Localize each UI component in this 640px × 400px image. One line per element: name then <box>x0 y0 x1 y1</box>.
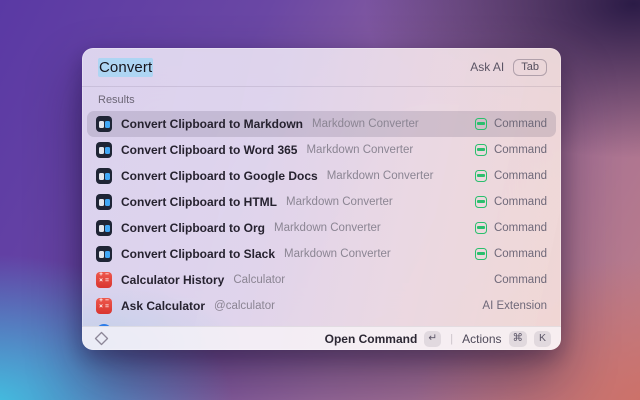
result-title: Calculator History <box>121 273 224 287</box>
result-title: Convert Clipboard to Slack <box>121 247 275 261</box>
result-type-label: Command <box>494 274 547 286</box>
result-title: Convert Clipboard to Word 365 <box>121 143 297 157</box>
result-type-label: Command <box>494 170 547 182</box>
command-window-icon <box>475 222 487 234</box>
calculator-icon: +−×= <box>96 272 112 288</box>
result-type-label: Command <box>494 144 547 156</box>
footer-bar: Open Command ↵ | Actions ⌘ K <box>82 326 561 350</box>
result-row[interactable]: +−×= Calculator History Calculator Comma… <box>87 267 556 293</box>
result-type-label: AI Extension <box>482 300 547 312</box>
calculator-icon: +−×= <box>96 298 112 314</box>
results-list: Convert Clipboard to Markdown Markdown C… <box>82 110 561 326</box>
result-title: Ask Calculator <box>121 299 205 313</box>
result-subtitle: Markdown Converter <box>286 196 393 208</box>
command-key-icon[interactable]: ⌘ <box>509 331 528 347</box>
selected-query-text: Convert <box>98 58 153 77</box>
launcher-window: Convert Ask AI Tab Results Convert Clipb… <box>82 48 561 350</box>
result-subtitle: Markdown Converter <box>312 118 419 130</box>
result-subtitle: Markdown Converter <box>327 170 434 182</box>
footer-separator: | <box>448 333 455 345</box>
markdown-converter-icon <box>96 194 112 210</box>
result-row[interactable]: Convert Clipboard to Word 365 Markdown C… <box>87 137 556 163</box>
command-window-icon <box>475 196 487 208</box>
result-title: Convert Clipboard to Org <box>121 221 265 235</box>
result-title: Convert Clipboard to HTML <box>121 195 277 209</box>
markdown-converter-icon <box>96 116 112 132</box>
result-type-label: Command <box>494 248 547 260</box>
command-window-icon <box>475 118 487 130</box>
result-type-label: Command <box>494 222 547 234</box>
result-type-label: Command <box>494 196 547 208</box>
result-subtitle: Markdown Converter <box>306 144 413 156</box>
command-window-icon <box>475 170 487 182</box>
raycast-logo-icon <box>94 331 109 346</box>
command-window-icon <box>475 144 487 156</box>
return-key-icon[interactable]: ↵ <box>424 331 441 347</box>
result-row[interactable]: Convert Clipboard to Markdown Markdown C… <box>87 111 556 137</box>
result-row[interactable]: Convert Clipboard to Slack Markdown Conv… <box>87 241 556 267</box>
result-subtitle: @calculator <box>214 300 275 312</box>
result-subtitle: Markdown Converter <box>274 222 381 234</box>
result-row[interactable]: Convert Clipboard to Org Markdown Conver… <box>87 215 556 241</box>
desktop-background: Convert Ask AI Tab Results Convert Clipb… <box>0 0 640 400</box>
markdown-converter-icon <box>96 168 112 184</box>
result-subtitle: Calculator <box>233 274 285 286</box>
open-command-button[interactable]: Open Command <box>325 332 418 346</box>
markdown-converter-icon <box>96 220 112 236</box>
result-subtitle: Markdown Converter <box>284 248 391 260</box>
actions-button[interactable]: Actions <box>462 332 501 346</box>
tab-key-badge: Tab <box>513 59 547 76</box>
search-bar[interactable]: Convert Ask AI Tab <box>82 48 561 86</box>
ask-ai-button[interactable]: Ask AI <box>470 60 504 74</box>
results-section-label: Results <box>82 87 561 110</box>
result-row[interactable]: Convert Clipboard to Google Docs Markdow… <box>87 163 556 189</box>
result-row[interactable]: Convert Clipboard to HTML Markdown Conve… <box>87 189 556 215</box>
k-key-icon[interactable]: K <box>534 331 551 347</box>
search-input[interactable]: Convert <box>98 59 153 76</box>
result-row[interactable]: +−×= Ask Calculator @calculator AI Exten… <box>87 293 556 319</box>
markdown-converter-icon <box>96 246 112 262</box>
command-window-icon <box>475 248 487 260</box>
result-type-label: Command <box>494 118 547 130</box>
result-title: Convert Clipboard to Markdown <box>121 117 303 131</box>
result-title: Convert Clipboard to Google Docs <box>121 169 318 183</box>
markdown-converter-icon <box>96 142 112 158</box>
result-row[interactable]: VoiceOver Accessibility System Settings <box>87 319 556 326</box>
